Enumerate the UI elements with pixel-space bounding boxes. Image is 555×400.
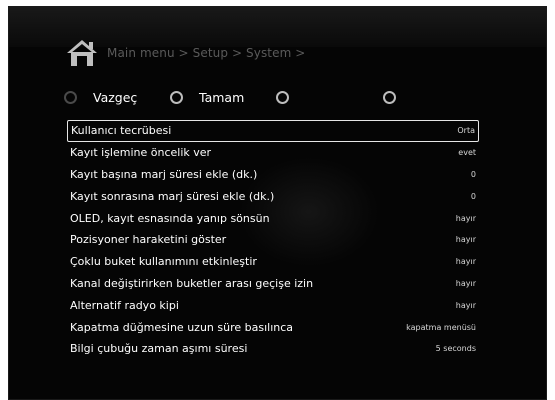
option-button-4[interactable] <box>383 85 412 109</box>
settings-row-positioner-movement[interactable]: Pozisyoner haraketini göster hayır <box>67 229 479 251</box>
setting-label: Kapatma düğmesine uzun süre basılınca <box>70 320 294 334</box>
settings-row-oled-blink[interactable]: OLED, kayıt esnasında yanıp sönsün hayır <box>67 207 479 229</box>
ok-button[interactable]: Tamam <box>170 85 244 109</box>
circle-icon <box>64 90 77 104</box>
setting-value: hayır <box>455 300 476 310</box>
settings-row-power-long-press[interactable]: Kapatma düğmesine uzun süre basılınca ka… <box>67 316 479 338</box>
option-button-3[interactable] <box>276 85 305 109</box>
settings-row-bouquet-switch[interactable]: Kanal değiştirirken buketler arası geçiş… <box>67 273 479 295</box>
setting-value: hayır <box>455 257 476 267</box>
circle-icon <box>276 90 289 104</box>
setting-value: 0 <box>470 169 476 179</box>
setting-label: Kanal değiştirirken buketler arası geçiş… <box>70 276 314 290</box>
setting-label: Kullanıcı tecrübesi <box>71 124 172 138</box>
setting-value: 0 <box>470 191 476 201</box>
setting-value: hayır <box>455 278 476 288</box>
ok-label: Tamam <box>199 89 245 105</box>
breadcrumb: Main menu > Setup > System > <box>107 46 306 60</box>
setting-label: Bilgi çubuğu zaman aşımı süresi <box>70 342 248 356</box>
cancel-label: Vazgeç <box>93 89 138 105</box>
settings-row-infobar-timeout[interactable]: Bilgi çubuğu zaman aşımı süresi 5 second… <box>67 338 479 360</box>
setting-value: Orta <box>457 126 475 136</box>
home-icon[interactable] <box>65 38 99 68</box>
setting-label: Alternatif radyo kipi <box>70 298 179 312</box>
settings-row-user-experience[interactable]: Kullanıcı tecrübesi Orta <box>67 120 479 142</box>
setting-label: Kayıt işlemine öncelik ver <box>70 146 212 160</box>
settings-row-multi-bouquet[interactable]: Çoklu buket kullanımını etkinleştir hayı… <box>67 251 479 273</box>
settings-list: Kullanıcı tecrübesi Orta Kayıt işlemine … <box>67 120 479 360</box>
cancel-button[interactable]: Vazgeç <box>64 85 137 109</box>
setting-value: hayır <box>455 235 476 245</box>
setting-value: kapatma menüsü <box>406 322 476 332</box>
setting-label: Pozisyoner haraketini göster <box>70 233 227 247</box>
settings-row-margin-before[interactable]: Kayıt başına marj süresi ekle (dk.) 0 <box>67 164 479 186</box>
circle-icon <box>383 90 396 104</box>
setting-label: Kayıt başına marj süresi ekle (dk.) <box>70 167 258 181</box>
header: Main menu > Setup > System > <box>65 36 305 70</box>
setting-value: hayır <box>455 213 476 223</box>
setting-value: evet <box>458 148 476 158</box>
setting-value: 5 seconds <box>435 344 476 354</box>
setting-label: Çoklu buket kullanımını etkinleştir <box>70 255 257 269</box>
settings-row-recording-priority[interactable]: Kayıt işlemine öncelik ver evet <box>67 142 479 164</box>
settings-row-radio-mode[interactable]: Alternatif radyo kipi hayır <box>67 294 479 316</box>
button-bar: Vazgeç Tamam <box>64 85 524 109</box>
circle-icon <box>170 90 183 104</box>
settings-row-margin-after[interactable]: Kayıt sonrasına marj süresi ekle (dk.) 0 <box>67 185 479 207</box>
setting-label: Kayıt sonrasına marj süresi ekle (dk.) <box>70 189 275 203</box>
setting-label: OLED, kayıt esnasında yanıp sönsün <box>70 211 270 225</box>
tv-screen: Main menu > Setup > System > Vazgeç Tama… <box>8 6 547 400</box>
